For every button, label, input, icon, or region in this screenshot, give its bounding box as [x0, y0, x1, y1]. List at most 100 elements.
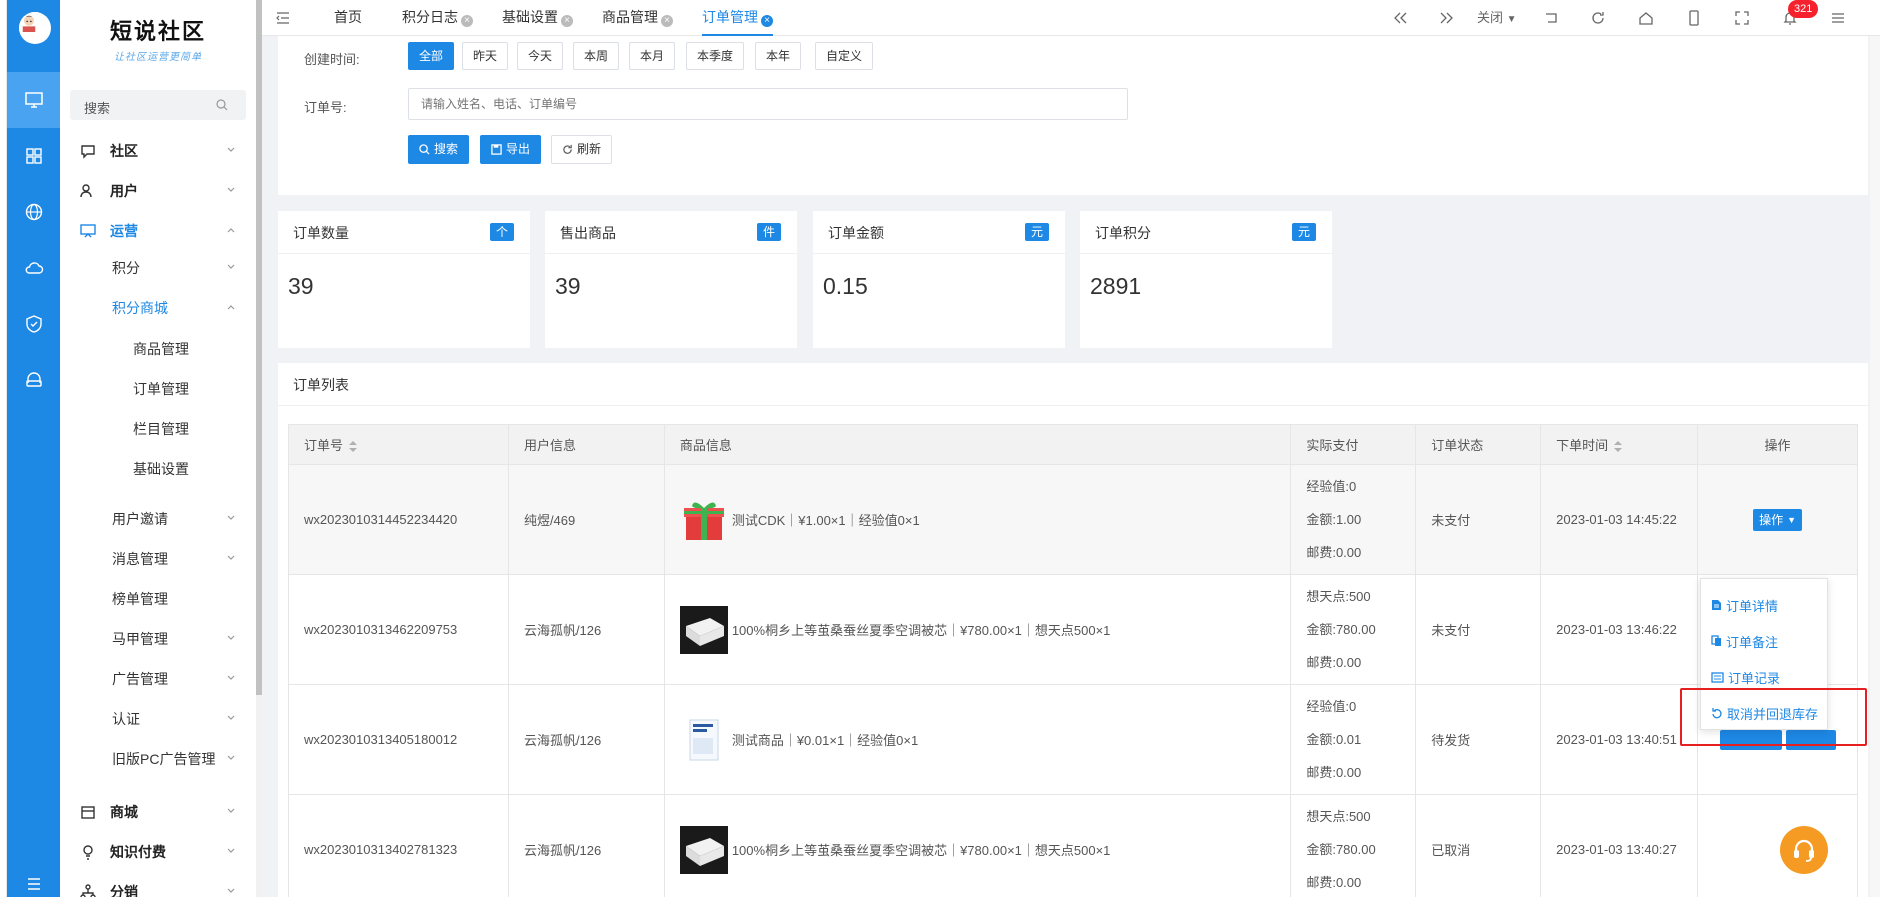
time-cell: 2023-01-03 13:46:22 [1540, 574, 1699, 685]
column-header-label: 商品信息 [679, 438, 732, 453]
date-filter-week[interactable]: 本周 [573, 42, 620, 70]
mobile-icon[interactable] [1686, 10, 1702, 26]
page-scrollbar[interactable] [1870, 36, 1880, 897]
more-menu-icon[interactable] [1830, 10, 1846, 26]
sidebar-item-label: 积分 [112, 260, 140, 276]
sort-icon[interactable] [349, 440, 358, 453]
sidebar-item-messages[interactable]: 消息管理 [60, 539, 256, 579]
sidebar-item-invite[interactable]: 用户邀请 [60, 499, 256, 539]
sidebar-item-rankings[interactable]: 榜单管理 [60, 579, 256, 619]
actions-cell [1697, 794, 1858, 897]
divider [545, 253, 797, 254]
home-icon[interactable] [1638, 10, 1654, 26]
stat-value: 2891 [1090, 273, 1142, 299]
app-root: 短说社区 让社区运营更简单 搜索 社区 用户 运营 积分 积分商城 商品管理 订… [0, 0, 1880, 897]
column-header-time[interactable]: 下单时间 [1540, 424, 1699, 465]
order-no-cell: wx2023010314452234420 [288, 464, 509, 575]
sidebar-item-label: 基础设置 [133, 461, 189, 477]
tab-order-management[interactable]: 订单管理 × [702, 0, 773, 36]
rail-monitor[interactable] [7, 72, 60, 128]
menu-item-order-detail[interactable]: 订单详情 [1711, 595, 1778, 615]
close-icon[interactable]: × [761, 15, 773, 27]
sidebar-item-distribution[interactable]: 分销 [60, 872, 256, 897]
sidebar-search[interactable]: 搜索 [70, 90, 246, 120]
sidebar-item-points[interactable]: 积分 [60, 248, 256, 288]
sidebar-item-certification[interactable]: 认证 [60, 699, 256, 739]
stat-card-order-amount: 订单金额 元 0.15 [813, 211, 1065, 348]
fullscreen-icon[interactable] [1734, 10, 1750, 26]
close-tabs-dropdown[interactable]: 关闭 ▼ [1477, 0, 1517, 36]
sidebar-item-basic-settings[interactable]: 基础设置 [60, 449, 256, 489]
sidebar-item-community[interactable]: 社区 [60, 131, 256, 171]
save-icon [491, 144, 502, 155]
close-icon[interactable]: × [661, 15, 673, 27]
sidebar-item-goods[interactable]: 商品管理 [60, 329, 256, 369]
sidebar-item-ads[interactable]: 广告管理 [60, 659, 256, 699]
status-cell: 未支付 [1415, 464, 1542, 575]
menu-item-order-note[interactable]: 订单备注 [1711, 631, 1778, 651]
search-icon [216, 99, 228, 111]
sidebar-item-operation[interactable]: 运营 [60, 211, 256, 251]
refresh-icon[interactable] [1590, 10, 1606, 26]
tab-home[interactable]: 首页 [334, 0, 362, 36]
date-filter-month[interactable]: 本月 [629, 42, 676, 70]
sidebar-item-vest[interactable]: 马甲管理 [60, 619, 256, 659]
stat-value: 39 [288, 273, 314, 299]
divider [278, 253, 530, 254]
payment-line: 想天点:500 [1306, 809, 1371, 824]
close-icon[interactable]: × [461, 15, 473, 27]
sidebar-item-label: 认证 [112, 711, 140, 727]
rail-globe[interactable] [7, 184, 60, 240]
column-header-order-no[interactable]: 订单号 [288, 424, 509, 465]
refresh-button[interactable]: 刷新 [551, 135, 613, 164]
chevron-down-icon [227, 555, 235, 560]
tab-points-log[interactable]: 积分日志 × [402, 0, 473, 36]
icon-rail [7, 0, 60, 897]
menu-item-order-record[interactable]: 订单记录 [1711, 667, 1780, 687]
tab-label: 订单管理 [702, 9, 758, 25]
sidebar-item-user[interactable]: 用户 [60, 171, 256, 211]
tab-basic-settings[interactable]: 基础设置 × [502, 0, 573, 36]
sidebar-item-columns[interactable]: 栏目管理 [60, 409, 256, 449]
rail-menu[interactable] [7, 870, 60, 897]
time-cell: 2023-01-03 13:40:27 [1540, 794, 1699, 897]
scroll-right-icon[interactable] [1439, 10, 1455, 26]
stat-title: 订单数量 [293, 225, 349, 241]
date-filter-today[interactable]: 今天 [517, 42, 564, 70]
date-filter-custom[interactable]: 自定义 [815, 42, 874, 70]
rail-shield[interactable] [7, 296, 60, 352]
fold-menu-icon[interactable] [276, 11, 290, 25]
date-filter-yesterday[interactable]: 昨天 [462, 42, 509, 70]
sidebar-item-shop[interactable]: 商城 [60, 792, 256, 832]
back-icon[interactable] [1544, 10, 1560, 26]
date-filter-all[interactable]: 全部 [408, 42, 455, 70]
search-button[interactable]: 搜索 [408, 135, 470, 164]
sidebar-item-legacy-pc-ads[interactable]: 旧版PC广告管理 [60, 739, 256, 779]
sidebar-item-points-mall[interactable]: 积分商城 [60, 288, 256, 328]
gift-box-image [683, 501, 724, 540]
sidebar-item-label: 用户 [110, 183, 138, 199]
shield-icon [25, 315, 42, 333]
sidebar-item-knowledge[interactable]: 知识付费 [60, 832, 256, 872]
rail-cloud[interactable] [7, 240, 60, 296]
rail-apps[interactable] [7, 128, 60, 184]
sidebar-item-orders[interactable]: 订单管理 [60, 369, 256, 409]
date-filter-year[interactable]: 本年 [755, 42, 802, 70]
payment-line: 金额:0.01 [1306, 732, 1362, 747]
order-number-label: 订单号: [304, 100, 347, 115]
export-button[interactable]: 导出 [480, 135, 542, 164]
date-filter-quarter[interactable]: 本季度 [686, 42, 745, 70]
search-icon [419, 144, 430, 155]
avatar[interactable] [19, 12, 51, 44]
sort-icon[interactable] [1614, 440, 1623, 453]
order-search-input[interactable] [408, 88, 1128, 120]
scrollbar-thumb[interactable] [256, 0, 262, 695]
customer-service-button[interactable] [1780, 826, 1828, 874]
close-icon[interactable]: × [561, 15, 573, 27]
rail-plugin[interactable] [7, 352, 60, 408]
operation-dropdown-button[interactable]: 操作 ▼ [1753, 508, 1802, 531]
order-table: 订单号 用户信息 商品信息 实际支付 订单状态 下单时间 操作 wx202301… [288, 424, 1858, 897]
tab-goods-management[interactable]: 商品管理 × [602, 0, 673, 36]
scroll-left-icon[interactable] [1392, 10, 1408, 26]
sidebar-scrollbar[interactable] [256, 0, 262, 897]
